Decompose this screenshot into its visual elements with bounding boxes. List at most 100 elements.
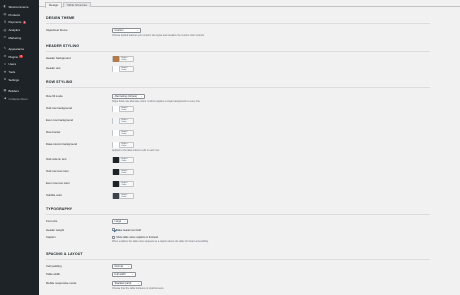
row-label: Row fill mode bbox=[46, 94, 63, 98]
row-label: Header background bbox=[46, 56, 71, 60]
section-title-spacing-layout: SPACING & LAYOUT bbox=[46, 252, 83, 256]
sidebar-item-label: Marketing bbox=[8, 36, 22, 41]
section-title-design-theme: DESIGN THEME bbox=[46, 16, 75, 20]
section-title-typography: TYPOGRAPHY bbox=[46, 207, 73, 211]
sidebar-item-label: Collapse Menu bbox=[8, 96, 28, 101]
sidebar-item-products[interactable]: ▤ Products bbox=[0, 11, 39, 19]
select-color-label: Select Color bbox=[121, 107, 128, 111]
color-swatch bbox=[113, 118, 120, 124]
select-color-label: Select Color bbox=[121, 57, 128, 61]
table-width-select[interactable]: Full width ⌄ bbox=[112, 272, 136, 277]
row-label: Header weight bbox=[46, 227, 65, 232]
select-value: Stacked (card) bbox=[114, 282, 132, 285]
sidebar-item-appearance[interactable]: ✎ Appearance bbox=[0, 45, 39, 53]
chevron-down-icon: ⌄ bbox=[136, 29, 139, 32]
payments-icon: $ bbox=[4, 19, 6, 24]
mobile-responsive-select[interactable]: Stacked (card) ⌄ bbox=[112, 281, 142, 286]
row-description: Stripe fields use alternate colors. Unif… bbox=[112, 100, 201, 103]
select-color-label: Select Color bbox=[121, 158, 128, 162]
caption-checkbox[interactable] bbox=[112, 235, 115, 239]
divider bbox=[46, 87, 430, 88]
sidebar-item-builders[interactable]: ▦ Builders bbox=[0, 87, 39, 95]
products-icon: ▤ bbox=[3, 12, 7, 17]
builders-icon: ▦ bbox=[3, 88, 7, 93]
sidebar-item-payments[interactable]: $ Payments 1 bbox=[0, 19, 39, 27]
row-description: Choose default features your custom site… bbox=[112, 34, 205, 37]
color-swatch bbox=[113, 56, 120, 62]
sidebar-item-label: Appearance bbox=[8, 46, 25, 51]
stylesheet-theme-select[interactable]: Custom ⌄ bbox=[112, 28, 141, 33]
select-value: Alternating (stripes) bbox=[114, 95, 138, 98]
row-label: Even row text color bbox=[46, 181, 70, 185]
checkbox-label: Make header text bold bbox=[116, 228, 141, 232]
sidebar-item-collapse-menu[interactable]: ◀ Collapse Menu bbox=[0, 95, 39, 103]
color-swatch bbox=[113, 66, 120, 72]
sidebar-item-analytics[interactable]: ▥ Analytics bbox=[0, 26, 39, 34]
sidebar-item-tools[interactable]: ⚒ Tools bbox=[0, 68, 39, 76]
color-picker-button[interactable]: Select Color bbox=[112, 169, 134, 175]
row-label: Subtitle color bbox=[46, 193, 63, 197]
chevron-down-icon: ⌄ bbox=[131, 273, 134, 276]
select-color-label: Select Color bbox=[121, 131, 128, 135]
color-picker-button[interactable]: Select Color bbox=[112, 157, 134, 163]
settings-content: DESIGN THEME Stylesheet theme Custom ⌄ Ch… bbox=[46, 0, 430, 295]
row-description: Choose how the table behaves on small sc… bbox=[112, 287, 165, 290]
sidebar-item-woocommerce[interactable]: ◧ WooCommerce bbox=[0, 3, 39, 11]
divider bbox=[46, 214, 430, 215]
row-label: Header text bbox=[46, 66, 61, 70]
color-picker-button[interactable]: Select Color bbox=[112, 66, 134, 72]
header-weight-option: Make header text bold bbox=[112, 228, 141, 232]
color-swatch bbox=[113, 106, 120, 112]
row-description: Applied to the label column cells in eac… bbox=[112, 149, 160, 152]
row-description: When enabled, the table name appears as … bbox=[112, 240, 209, 243]
sidebar-item-plugins[interactable]: ⚙ Plugins 3 bbox=[0, 53, 39, 61]
color-picker-button[interactable]: Select Color bbox=[112, 106, 134, 112]
sidebar-item-marketing[interactable]: ✉ Marketing bbox=[0, 34, 39, 42]
sidebar-item-label: WooCommerce bbox=[8, 4, 29, 9]
users-icon: ☺ bbox=[3, 61, 7, 66]
section-title-header-styling: HEADER STYLING bbox=[46, 44, 80, 48]
select-value: Normal bbox=[114, 264, 123, 268]
select-value: Full width bbox=[114, 273, 126, 276]
color-swatch bbox=[113, 157, 120, 163]
collapse-icon: ◀ bbox=[3, 96, 7, 101]
color-picker-button[interactable]: Select Color bbox=[112, 142, 134, 148]
sidebar-item-label: Settings bbox=[8, 78, 19, 83]
chevron-down-icon: ⌄ bbox=[140, 95, 143, 98]
appearance-icon: ✎ bbox=[3, 46, 7, 51]
chevron-down-icon: ⌄ bbox=[137, 282, 140, 285]
sidebar-item-users[interactable]: ☺ Users bbox=[0, 61, 39, 69]
row-label: Odd row background bbox=[46, 106, 72, 110]
divider bbox=[46, 259, 430, 260]
row-fill-mode-select[interactable]: Alternating (stripes) ⌄ bbox=[112, 94, 145, 99]
sidebar-item-label: Payments bbox=[8, 20, 22, 25]
row-label: Caption bbox=[46, 235, 56, 239]
select-value: Custom bbox=[114, 29, 124, 32]
row-label: Even row background bbox=[46, 118, 74, 122]
sidebar-item-label: Builders bbox=[8, 88, 19, 93]
select-color-label: Select Color bbox=[121, 67, 128, 71]
color-picker-button[interactable]: Select Color bbox=[112, 193, 134, 199]
header-bold-checkbox[interactable] bbox=[112, 228, 115, 232]
row-label: Odd row text color bbox=[46, 169, 69, 173]
font-size-select[interactable]: Large ⌄ bbox=[112, 219, 128, 224]
woo-icon: ◧ bbox=[3, 4, 7, 9]
cell-padding-select[interactable]: Normal ⌄ bbox=[112, 263, 132, 269]
row-label: Font size bbox=[46, 219, 58, 223]
color-picker-button[interactable]: Select Color bbox=[112, 181, 134, 187]
chevron-down-icon: ⌄ bbox=[127, 264, 130, 268]
select-value: Large bbox=[114, 220, 122, 223]
color-picker-button[interactable]: Select Color bbox=[112, 56, 134, 62]
sidebar-item-label: Products bbox=[8, 12, 20, 17]
sidebar-item-settings[interactable]: ⚙ Settings bbox=[0, 76, 39, 84]
row-label: Row border bbox=[46, 130, 61, 134]
color-swatch bbox=[113, 130, 120, 136]
row-label: Data column background bbox=[46, 142, 78, 146]
color-picker-button[interactable]: Select Color bbox=[112, 118, 134, 124]
chevron-down-icon: ⌄ bbox=[123, 220, 126, 223]
row-label: Odd column text bbox=[46, 157, 67, 161]
color-swatch bbox=[113, 193, 120, 199]
select-color-label: Select Color bbox=[121, 119, 128, 123]
plugins-icon: ⚙ bbox=[3, 54, 7, 59]
color-picker-button[interactable]: Select Color bbox=[112, 130, 134, 136]
